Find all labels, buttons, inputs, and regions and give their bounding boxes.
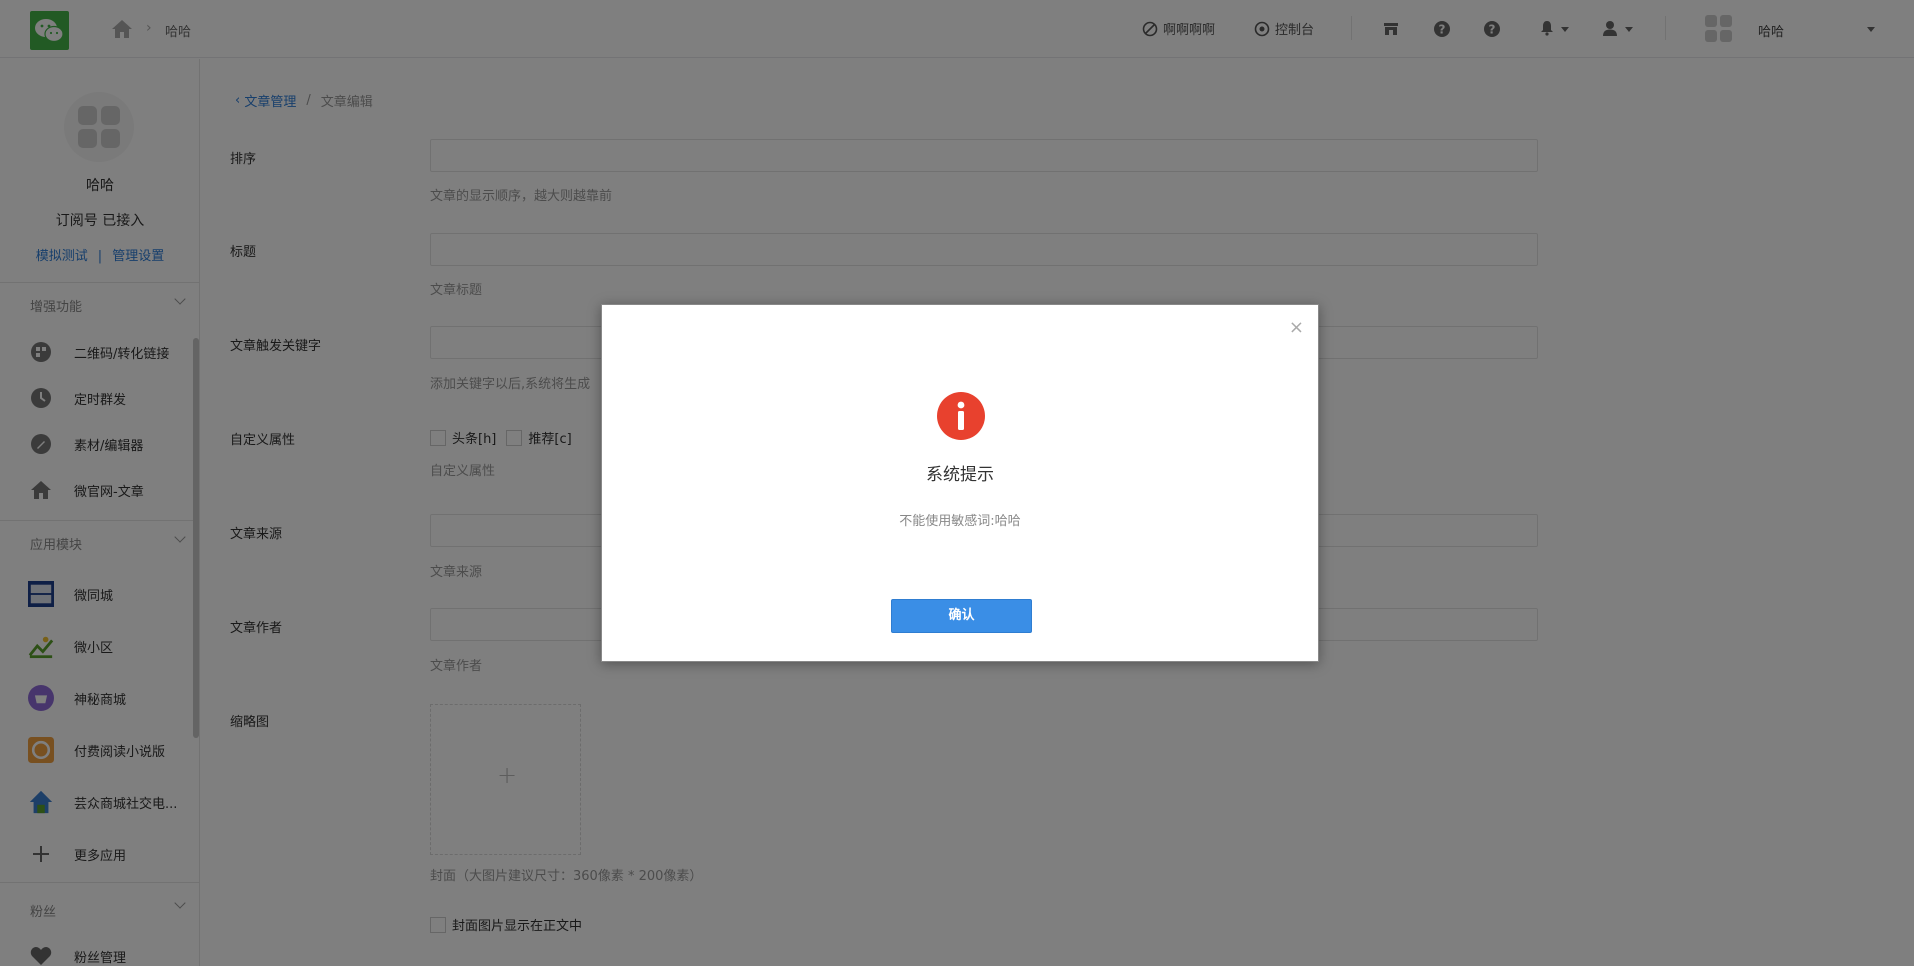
- dialog-title: 系统提示: [926, 465, 994, 485]
- close-icon[interactable]: ×: [1289, 317, 1304, 338]
- info-icon: [936, 391, 986, 441]
- system-alert-dialog: × 系统提示 不能使用敏感词:哈哈 确认: [601, 304, 1319, 662]
- confirm-button[interactable]: 确认: [891, 599, 1032, 633]
- dialog-message: 不能使用敏感词:哈哈: [899, 514, 1021, 529]
